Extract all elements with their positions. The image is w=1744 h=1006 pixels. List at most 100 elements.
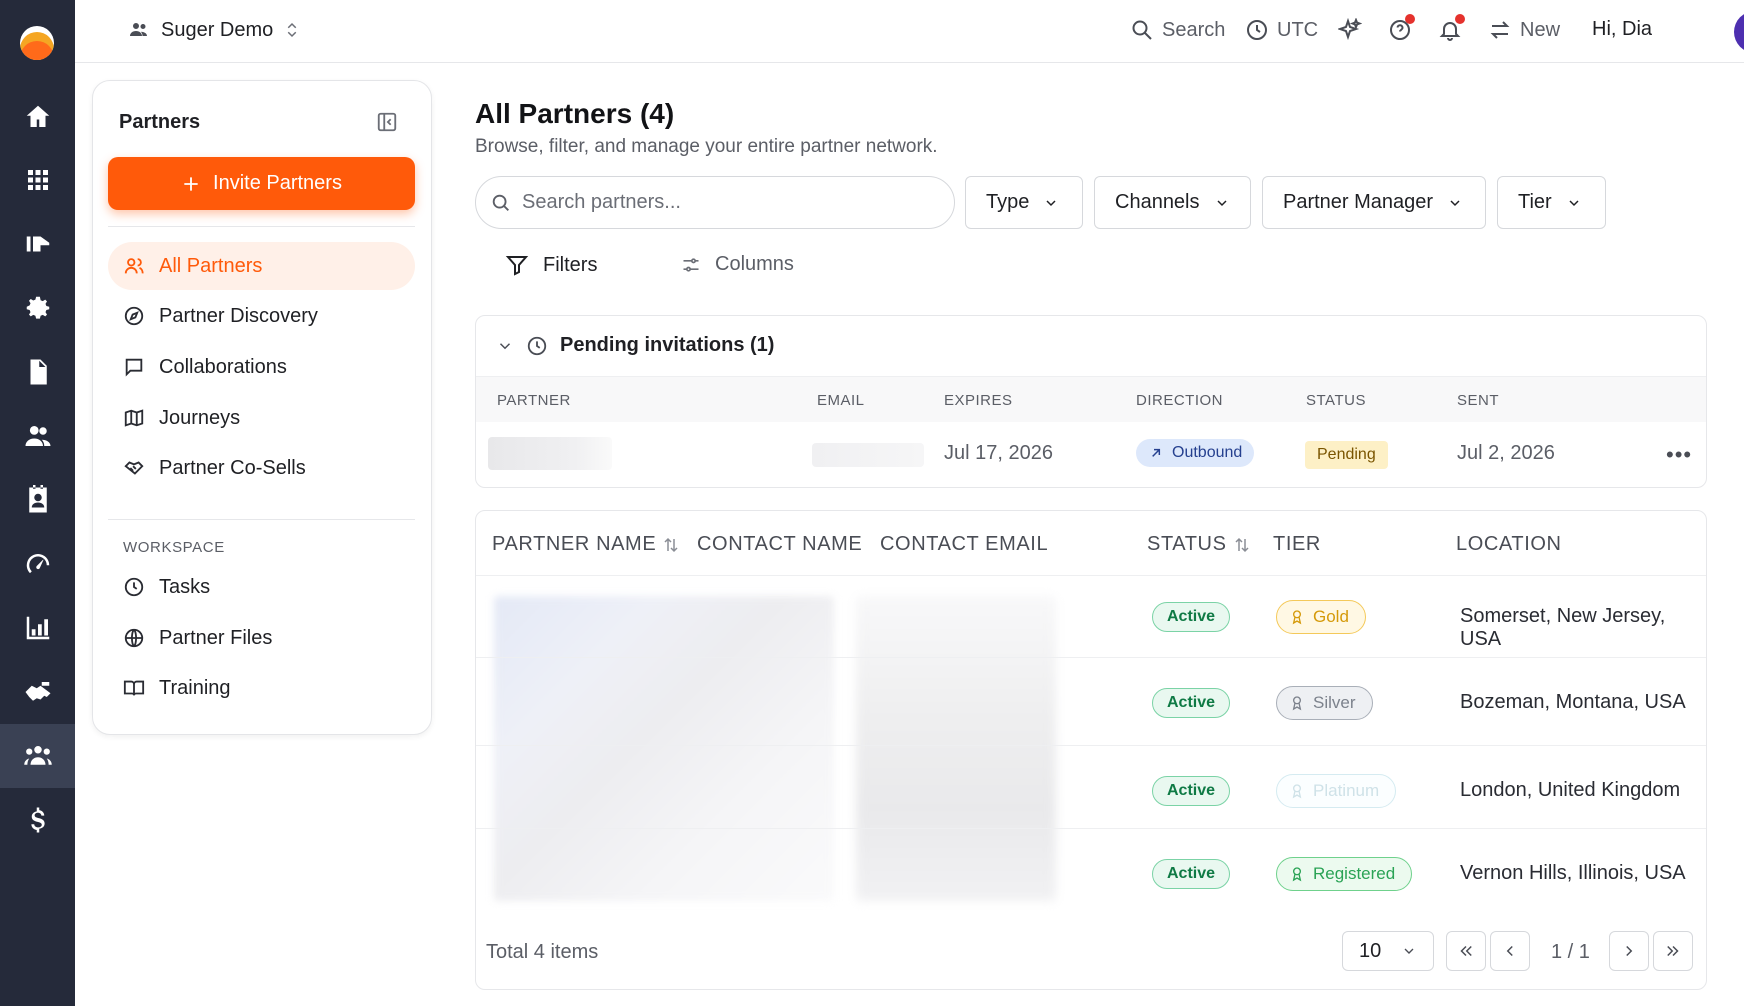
column-header-partner-name[interactable]: PARTNER NAME — [492, 533, 680, 556]
map-icon — [124, 409, 144, 427]
compass-icon — [124, 306, 144, 326]
location: Bozeman, Montana, USA — [1460, 691, 1686, 713]
columns-button[interactable]: Columns — [681, 253, 794, 276]
sidebar-item-partner-co-sells[interactable]: Partner Co-Sells — [108, 444, 415, 492]
chevrons-left-icon — [1460, 945, 1472, 957]
arrow-up-right-icon — [1152, 448, 1161, 457]
page-size-select[interactable]: 10 — [1342, 931, 1434, 971]
table-row[interactable]: Active Silver Bozeman, Montana, USA — [476, 657, 1706, 745]
status-badge: Active — [1152, 859, 1231, 889]
column-header: EXPIRES — [944, 392, 1013, 409]
dropdown-label: Type — [986, 191, 1030, 213]
document-icon[interactable] — [0, 340, 75, 404]
org-switcher[interactable]: Suger Demo — [127, 18, 301, 42]
analytics-chart-icon[interactable] — [0, 596, 75, 660]
location: Somerset, New Jersey, USA — [1460, 605, 1666, 650]
book-icon — [123, 680, 145, 696]
clock-icon — [1247, 20, 1267, 40]
chevron-down-icon — [1216, 199, 1227, 206]
status-badge: Pending — [1305, 441, 1388, 469]
sliders-icon — [683, 257, 699, 272]
channels-filter-dropdown[interactable]: Channels — [1094, 176, 1251, 229]
column-header-status[interactable]: STATUS — [1147, 533, 1251, 556]
sort-icon — [664, 537, 678, 552]
pending-invitations-header[interactable]: Pending invitations (1) — [496, 334, 774, 357]
avatar[interactable]: D — [1734, 11, 1744, 53]
user-menu[interactable]: Hi, Dia — [1592, 18, 1652, 41]
sidebar-item-partner-discovery[interactable]: Partner Discovery — [108, 292, 415, 340]
sidebar-item-label: Journeys — [159, 406, 241, 429]
status-badge: Active — [1152, 776, 1231, 806]
app-logo[interactable] — [20, 26, 54, 60]
ai-assistant-button[interactable] — [1338, 18, 1362, 42]
clock-icon — [527, 336, 547, 355]
users-icon[interactable] — [0, 404, 75, 468]
location: London, United Kingdom — [1460, 779, 1681, 801]
sidebar-item-all-partners[interactable]: All Partners — [108, 242, 415, 290]
status-badge: Active — [1152, 688, 1231, 718]
filters-button[interactable]: Filters — [505, 253, 597, 277]
column-header: DIRECTION — [1136, 392, 1223, 409]
home-icon[interactable] — [0, 85, 75, 149]
sidebar-item-collaborations[interactable]: Collaborations — [108, 343, 415, 391]
invite-partners-button[interactable]: Invite Partners — [108, 157, 415, 210]
type-filter-dropdown[interactable]: Type — [965, 176, 1083, 229]
dropdown-label: Tier — [1518, 191, 1552, 213]
tier-filter-dropdown[interactable]: Tier — [1497, 176, 1606, 229]
expires-date: Jul 17, 2026 — [944, 442, 1053, 464]
chevron-left-icon — [1506, 945, 1513, 957]
direction-badge: Outbound — [1136, 439, 1255, 467]
partner-manager-filter-dropdown[interactable]: Partner Manager — [1262, 176, 1486, 229]
table-row[interactable]: Active Registered Vernon Hills, Illinois… — [476, 828, 1706, 908]
search-input[interactable] — [522, 191, 942, 214]
sidebar-item-training[interactable]: Training — [108, 664, 415, 712]
column-header-tier: TIER — [1273, 533, 1321, 556]
column-header-label: TIER — [1273, 533, 1321, 555]
total-items: Total 4 items — [486, 941, 599, 963]
clock-icon — [124, 577, 144, 597]
workspace-section-label: WORKSPACE — [123, 539, 225, 556]
sort-icon — [1235, 537, 1249, 552]
partner-search[interactable] — [475, 176, 955, 229]
columns-label: Columns — [715, 253, 794, 275]
column-header-label: STATUS — [1147, 533, 1227, 555]
apps-grid-icon[interactable] — [0, 148, 75, 212]
collapse-sidebar-icon[interactable] — [376, 111, 398, 133]
chevron-down-icon — [1450, 199, 1460, 206]
table-row[interactable]: Active Gold Somerset, New Jersey, USA — [476, 575, 1706, 657]
pending-invitations-card: Pending invitations (1) PARTNER EMAIL EX… — [475, 315, 1707, 488]
last-page-button[interactable] — [1653, 931, 1693, 971]
users-icon — [124, 258, 144, 274]
handshake-icon[interactable] — [0, 660, 75, 724]
location: Vernon Hills, Illinois, USA — [1460, 862, 1686, 884]
tier-label: Registered — [1313, 864, 1396, 883]
pending-invitations-title: Pending invitations (1) — [560, 334, 775, 356]
chat-icon — [125, 358, 143, 377]
sidebar-item-partner-files[interactable]: Partner Files — [108, 614, 415, 662]
more-actions-icon[interactable]: ••• — [1666, 442, 1692, 468]
next-page-button[interactable] — [1609, 931, 1649, 971]
sidebar-item-label: Tasks — [159, 575, 211, 598]
search-button[interactable]: Search — [1130, 18, 1225, 42]
new-label: New — [1520, 18, 1561, 41]
partners-group-icon[interactable] — [0, 724, 75, 788]
sidebar-item-label: Collaborations — [159, 355, 287, 378]
sidebar-item-journeys[interactable]: Journeys — [108, 394, 415, 442]
sidebar-item-label: Partner Co-Sells — [159, 456, 306, 479]
tier-badge: Registered — [1276, 857, 1413, 891]
speedometer-icon[interactable] — [0, 532, 75, 596]
previous-page-button[interactable] — [1490, 931, 1530, 971]
direction-label: Outbound — [1172, 444, 1243, 461]
table-row[interactable]: Active Platinum London, United Kingdom — [476, 745, 1706, 828]
first-page-button[interactable] — [1446, 931, 1486, 971]
search-icon — [492, 194, 509, 211]
dollar-icon[interactable] — [0, 788, 75, 852]
listings-icon[interactable] — [0, 212, 75, 276]
settings-gear-icon[interactable] — [0, 276, 75, 340]
sidebar-item-tasks[interactable]: Tasks — [108, 563, 415, 611]
chevron-right-icon — [1626, 945, 1633, 957]
new-button[interactable]: New — [1488, 18, 1560, 42]
contacts-icon[interactable] — [0, 468, 75, 532]
timezone-button[interactable]: UTC — [1245, 18, 1318, 42]
tier-label: Silver — [1313, 693, 1356, 712]
